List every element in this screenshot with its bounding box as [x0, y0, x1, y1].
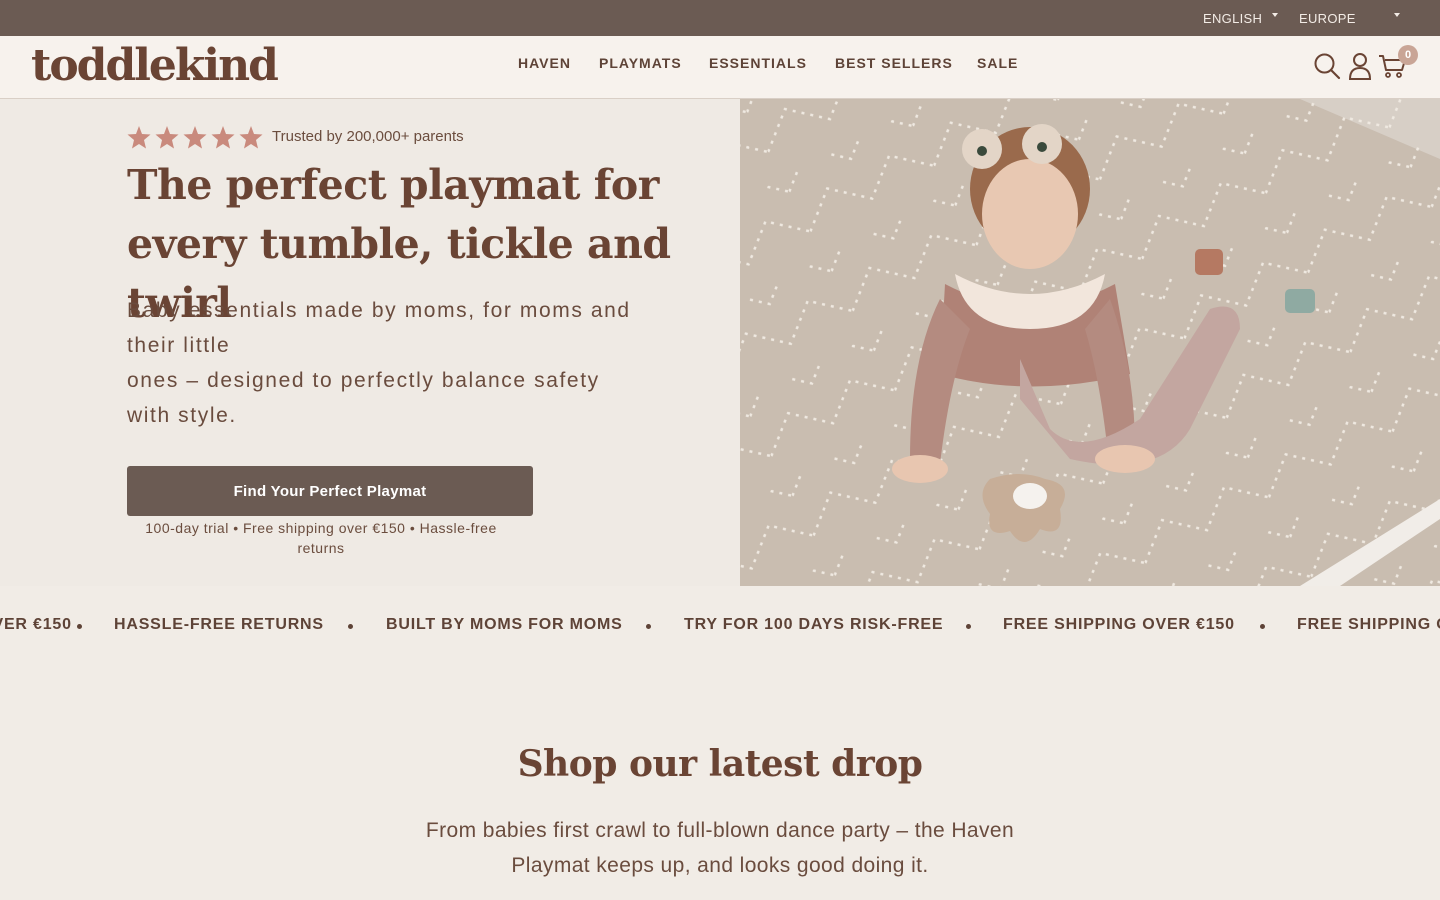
cart-count-badge: 0	[1398, 45, 1418, 65]
hero-image	[740, 99, 1440, 586]
cta-note: 100-day trial • Free shipping over €150 …	[145, 520, 497, 556]
account-icon[interactable]	[1345, 51, 1375, 81]
nav-item-sale[interactable]: SALE	[977, 55, 1018, 71]
caret-down-icon	[1394, 13, 1400, 17]
section-title: Shop our latest drop	[517, 743, 923, 785]
region-label: EUROPE	[1299, 10, 1356, 26]
bullet-icon	[966, 624, 971, 629]
marquee-item: BUILT BY MOMS FOR MOMS	[386, 616, 623, 633]
nav-item-haven[interactable]: HAVEN	[518, 55, 571, 71]
hero-subtitle-line2: ones – designed to perfectly balance saf…	[127, 369, 600, 427]
site-header: toddlekind HAVEN PLAYMATS ESSENTIALS BES…	[0, 36, 1440, 99]
utility-bar: ENGLISH EUROPE	[0, 0, 1440, 36]
language-selector[interactable]: ENGLISH	[1203, 0, 1283, 36]
nav-item-essentials[interactable]: ESSENTIALS	[709, 55, 807, 71]
benefits-marquee: FREE SHIPPING OVER €150 HASSLE-FREE RETU…	[0, 600, 1440, 650]
hero-subtitle: Baby essentials made by moms, for moms a…	[127, 293, 647, 433]
bullet-icon	[77, 624, 82, 629]
caret-down-icon	[1272, 13, 1278, 17]
logo[interactable]: toddlekind	[31, 38, 279, 94]
marquee-item: TRY FOR 100 DAYS RISK-FREE	[684, 616, 944, 633]
hero-subtitle-line1: Baby essentials made by moms, for moms a…	[127, 299, 631, 357]
marquee-item: FREE SHIPPING OVER €150	[1003, 616, 1235, 633]
language-label: ENGLISH	[1203, 10, 1263, 26]
bullet-icon	[348, 624, 353, 629]
bullet-icon	[1260, 624, 1265, 629]
find-playmat-button[interactable]: Find Your Perfect Playmat	[127, 466, 533, 516]
nav-item-best-sellers[interactable]: BEST SELLERS	[835, 55, 953, 71]
marquee-item: FREE SHIPPING OVER €150	[0, 616, 72, 633]
trusted-text: Trusted by 200,000+ parents	[272, 128, 464, 145]
nav-item-playmats[interactable]: PLAYMATS	[599, 55, 682, 71]
bullet-icon	[646, 624, 651, 629]
region-selector[interactable]: EUROPE	[1299, 0, 1403, 36]
rating-stars	[127, 126, 263, 149]
search-icon[interactable]	[1312, 51, 1342, 81]
marquee-item: HASSLE-FREE RETURNS	[114, 616, 324, 633]
section-subtitle: From babies first crawl to full-blown da…	[425, 819, 1015, 877]
marquee-item: FREE SHIPPING OVER €150	[1297, 616, 1440, 633]
